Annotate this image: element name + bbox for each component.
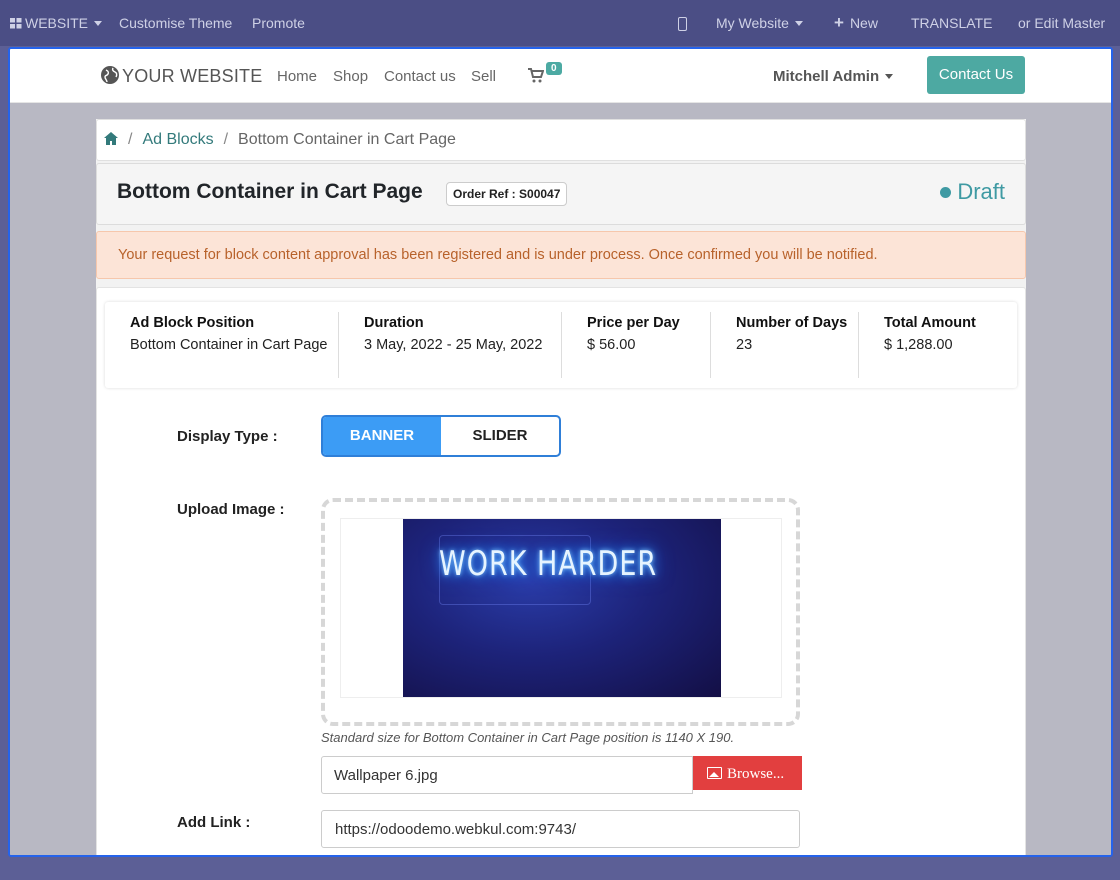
browse-button[interactable]: Browse... (693, 756, 802, 790)
info-value: 3 May, 2022 - 25 May, 2022 (364, 337, 543, 353)
chevron-down-icon (94, 21, 103, 26)
add-link-label: Add Link : (177, 814, 251, 831)
image-drop-zone[interactable]: WORK HARDER (321, 498, 800, 726)
contact-us-button[interactable]: Contact Us (927, 56, 1025, 94)
file-name-field[interactable]: Wallpaper 6.jpg (321, 756, 693, 794)
customise-theme-link[interactable]: Customise Theme (119, 15, 232, 31)
status-badge: Draft (940, 179, 1005, 205)
translate-button[interactable]: TRANSLATE (911, 15, 992, 31)
plus-icon: + (834, 13, 844, 32)
link-input[interactable]: https://odoodemo.webkul.com:9743/ (321, 810, 800, 848)
nav-sell[interactable]: Sell (471, 68, 496, 85)
banner-option[interactable]: BANNER (323, 417, 441, 455)
ad-info-table: Ad Block Position Bottom Container in Ca… (105, 302, 1017, 388)
user-menu[interactable]: Mitchell Admin (773, 68, 894, 85)
cart-count-badge: 0 (546, 62, 562, 75)
upload-image-label: Upload Image : (177, 501, 285, 518)
chevron-down-icon (885, 74, 894, 79)
breadcrumb-ad-blocks[interactable]: Ad Blocks (142, 131, 213, 148)
info-col-price: Price per Day $ 56.00 (561, 312, 710, 378)
info-col-days: Number of Days 23 (710, 312, 858, 378)
info-col-total: Total Amount $ 1,288.00 (858, 312, 1017, 378)
main-content: / Ad Blocks / Bottom Container in Cart Page… (96, 119, 1026, 855)
display-type-toggle: BANNER SLIDER (321, 415, 561, 457)
details-card: Ad Block Position Bottom Container in Ca… (96, 287, 1026, 855)
mobile-preview-button[interactable] (678, 16, 687, 32)
page-body: / Ad Blocks / Bottom Container in Cart Page… (10, 103, 1111, 855)
page-title: Bottom Container in Cart Page (117, 180, 423, 203)
globe-icon (101, 66, 119, 84)
neon-sign-text: WORK HARDER (439, 545, 658, 584)
info-col-position: Ad Block Position Bottom Container in Ca… (105, 312, 338, 378)
status-dot-icon (940, 187, 952, 198)
slider-option[interactable]: SLIDER (441, 417, 559, 455)
title-bar: Bottom Container in Cart Page Order Ref … (96, 163, 1026, 225)
apps-icon (10, 18, 22, 29)
site-header: YOUR WEBSITE Home Shop Contact us Sell 0… (10, 49, 1111, 103)
cart-icon (528, 68, 545, 83)
promote-link[interactable]: Promote (252, 15, 305, 31)
nav-home[interactable]: Home (277, 68, 317, 85)
image-size-hint: Standard size for Bottom Container in Ca… (321, 730, 735, 745)
chevron-down-icon (794, 21, 803, 26)
info-value: $ 56.00 (587, 337, 636, 353)
image-icon (707, 767, 722, 779)
edit-master-link[interactable]: or Edit Master (1018, 15, 1105, 31)
website-preview-frame: YOUR WEBSITE Home Shop Contact us Sell 0… (8, 47, 1113, 857)
info-value: $ 1,288.00 (884, 337, 953, 353)
admin-bar: WEBSITE Customise Theme Promote My Websi… (0, 0, 1120, 46)
info-col-duration: Duration 3 May, 2022 - 25 May, 2022 (338, 312, 561, 378)
nav-contact-us[interactable]: Contact us (384, 68, 456, 85)
order-ref-badge: Order Ref : S00047 (446, 182, 568, 206)
display-type-label: Display Type : (177, 428, 278, 445)
image-preview: WORK HARDER (340, 518, 782, 698)
home-icon[interactable] (104, 132, 118, 145)
site-logo[interactable]: YOUR WEBSITE (100, 65, 262, 87)
my-website-menu[interactable]: My Website (716, 15, 803, 31)
nav-shop[interactable]: Shop (333, 68, 368, 85)
info-value: 23 (736, 337, 753, 353)
mobile-icon (678, 17, 687, 31)
info-value: Bottom Container in Cart Page (130, 337, 328, 353)
website-menu[interactable]: WEBSITE (10, 15, 103, 31)
new-button[interactable]: + New (834, 13, 878, 32)
cart-link[interactable]: 0 (528, 62, 562, 88)
uploaded-image: WORK HARDER (403, 519, 721, 697)
breadcrumb-current: Bottom Container in Cart Page (238, 131, 456, 148)
approval-alert: Your request for block content approval … (96, 231, 1026, 279)
breadcrumb: / Ad Blocks / Bottom Container in Cart Page (96, 119, 1026, 161)
